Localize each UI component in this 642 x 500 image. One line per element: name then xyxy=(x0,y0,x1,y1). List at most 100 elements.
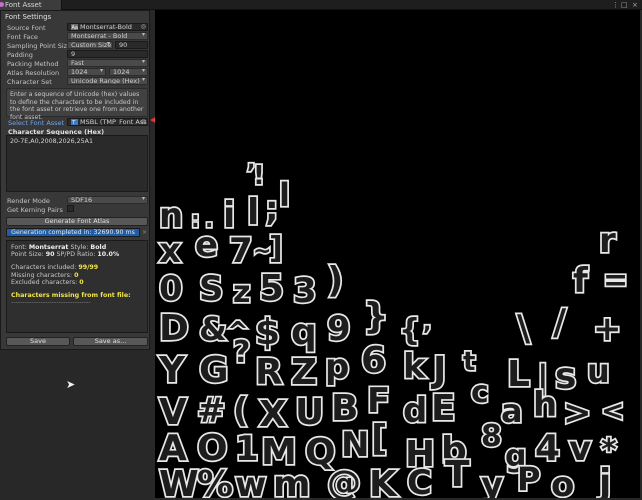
atlas-glyph: , xyxy=(247,149,255,174)
atlas-glyph: 9 xyxy=(327,309,351,349)
save-button[interactable]: Save xyxy=(6,337,70,346)
atlas-glyph: W xyxy=(159,464,199,498)
atlas-glyph: G xyxy=(199,350,229,391)
atlas-glyph: } xyxy=(363,296,389,337)
section-title: Font Settings xyxy=(5,13,52,21)
style-value: Bold xyxy=(90,244,107,251)
atlas-glyph: A xyxy=(159,428,187,469)
atlas-glyph: $ xyxy=(255,312,280,353)
atlas-glyph: ] xyxy=(269,231,283,266)
padding-label: Padding xyxy=(7,51,33,59)
atlas-glyph: C xyxy=(407,463,432,498)
excluded-line: Excluded characters: 0 xyxy=(11,279,143,286)
save-as-button[interactable]: Save as... xyxy=(73,337,148,346)
atlas-glyph: v xyxy=(569,429,591,469)
character-sequence-textarea[interactable]: 20-7E,A0,2008,2026,25A1 xyxy=(6,135,148,192)
atlas-glyph: 6 xyxy=(361,340,386,381)
size-label: Point Size: xyxy=(11,251,44,259)
missing-divider: ----------------------------------- xyxy=(11,299,91,307)
atlas-glyph: ( xyxy=(233,391,249,431)
atlas-glyph: % xyxy=(197,464,233,498)
ratio-label: SP/PD Ratio: xyxy=(56,251,96,259)
object-picker-icon[interactable]: ◎ xyxy=(141,24,146,30)
atlas-glyph: E xyxy=(431,388,456,429)
atlas-glyph: P xyxy=(517,460,540,498)
atlas-glyph: u xyxy=(587,352,610,390)
atlas-glyph: T xyxy=(445,454,470,495)
atlas-glyph: l xyxy=(279,176,290,214)
atlas-glyph: R xyxy=(255,352,283,393)
style-label: Style: xyxy=(70,244,89,251)
excluded-label: Excluded characters: xyxy=(11,278,78,286)
atlas-width-dropdown[interactable]: 1024 xyxy=(67,68,106,76)
font-name: Montserrat xyxy=(28,244,69,251)
atlas-resolution-label: Atlas Resolution xyxy=(7,69,60,77)
atlas-glyph: e xyxy=(195,225,218,265)
atlas-glyph: 5 xyxy=(259,268,284,309)
window-titlebar: Font Asset Creator ⋮ □ × xyxy=(0,0,642,19)
atlas-glyph: + xyxy=(593,309,622,349)
atlas-glyph: ; xyxy=(265,189,279,229)
atlas-glyph: x xyxy=(159,231,181,271)
font-asset-icon: T xyxy=(71,119,78,125)
font-info-box: Font: Montserrat Style: Bold Point Size:… xyxy=(6,240,148,333)
atlas-glyph: D xyxy=(159,308,189,349)
font-info-line: Font: Montserrat Style: Bold xyxy=(11,244,143,251)
atlas-height-dropdown[interactable]: 1024 xyxy=(109,68,148,76)
tab-font-asset-creator[interactable]: Font Asset Creator xyxy=(0,0,62,19)
render-mode-dropdown[interactable]: SDF16 xyxy=(67,196,148,204)
character-set-dropdown[interactable]: Unicode Range (Hex) xyxy=(67,77,148,85)
ratio-value: 10.0% xyxy=(97,251,120,259)
atlas-glyph: K xyxy=(369,464,398,498)
select-font-asset-field[interactable]: TMSBL (TMP_Font Asset) ◎ xyxy=(67,118,148,126)
render-mode-label: Render Mode xyxy=(7,197,50,205)
generate-font-atlas-button[interactable]: Generate Font Atlas xyxy=(6,217,148,226)
font-atlas-preview: n:. i l; l!, x e 7 ~] r 0 Sz 5 3) f = D & ^ $ q 9}{, \ / + Y G? R Z… xyxy=(155,10,640,498)
excluded-value: 0 xyxy=(79,278,84,286)
atlas-glyphs: n:. i l; l!,x e 7 ~] r0 Sz 5 3) f =D & ^ $ q 9}{, \ / +Y G? R Z… xyxy=(156,147,630,498)
atlas-glyph: , xyxy=(423,311,431,336)
atlas-glyph: [ xyxy=(371,418,387,459)
menu-kebab-icon[interactable]: ⋮ xyxy=(612,0,619,10)
mouse-cursor-icon: ➤ xyxy=(66,378,76,391)
atlas-glyph: & xyxy=(199,310,227,348)
atlas-glyph: m xyxy=(273,464,311,498)
atlas-glyph: \ xyxy=(517,308,531,349)
atlas-glyph: q xyxy=(291,312,317,353)
kerning-checkbox[interactable] xyxy=(67,205,74,212)
atlas-glyph: 7 xyxy=(229,231,253,271)
close-icon[interactable]: × xyxy=(632,0,638,10)
packing-method-label: Packing Method xyxy=(7,60,59,68)
generation-progress-bar: Generation completed in: 32690.90 ms xyxy=(6,228,140,237)
atlas-glyph: r xyxy=(599,221,616,261)
font-file-icon: Aa xyxy=(71,24,78,30)
maximize-icon[interactable]: □ xyxy=(621,0,628,10)
character-set-label: Character Set xyxy=(7,78,52,86)
atlas-glyph: B xyxy=(331,388,358,429)
padding-input[interactable]: 9 xyxy=(67,50,148,58)
atlas-glyph: c xyxy=(471,375,489,410)
atlas-glyph: X xyxy=(259,394,287,435)
included-label: Characters included: xyxy=(11,264,77,272)
atlas-glyph: Y xyxy=(158,350,186,391)
atlas-glyph: i xyxy=(223,195,235,236)
source-font-field[interactable]: Aa Montserrat-Bold ◎ xyxy=(67,23,148,31)
atlas-glyph: ) xyxy=(327,260,343,301)
atlas-glyph: d xyxy=(403,391,427,431)
packing-method-dropdown[interactable]: Fast xyxy=(67,59,148,67)
atlas-glyph: { xyxy=(399,313,420,348)
atlas-glyph: S xyxy=(199,269,224,309)
atlas-glyph: a xyxy=(501,392,523,430)
atlas-glyph: = xyxy=(603,263,628,298)
kerning-label: Get Kerning Pairs xyxy=(7,206,63,214)
atlas-glyph: / xyxy=(553,302,567,343)
font-face-dropdown[interactable]: Montserrat - Bold xyxy=(67,32,148,40)
font-settings-panel: Font Settings Source Font Aa Montserrat-B… xyxy=(0,10,150,350)
sampling-size-input[interactable]: 90 xyxy=(115,41,148,49)
sampling-mode-dropdown[interactable]: Custom Size xyxy=(67,41,113,49)
object-picker-icon[interactable]: ◎ xyxy=(141,119,146,125)
select-font-asset-label: Select Font Asset xyxy=(8,119,65,127)
atlas-glyph: 0 xyxy=(159,269,183,309)
missing-line: Missing characters: 0 xyxy=(11,272,143,279)
clear-progress-icon[interactable]: × xyxy=(142,229,147,236)
